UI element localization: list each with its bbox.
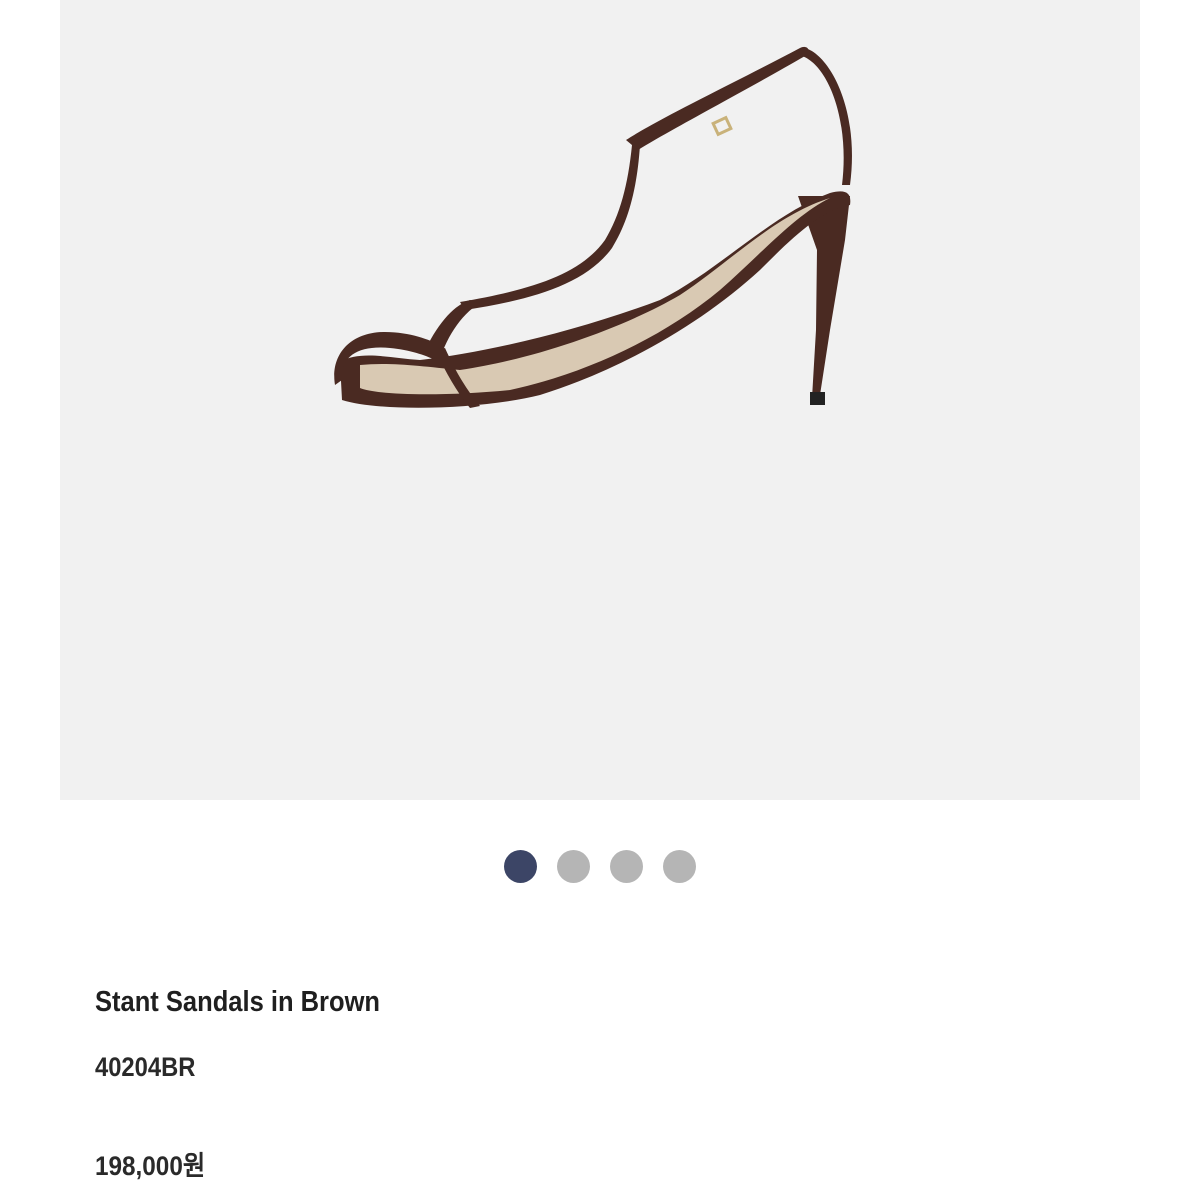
pagination-dot-3[interactable] [610,849,643,883]
product-name: Stant Sandals in Brown [95,986,381,1018]
t-strap [460,145,640,310]
image-pagination [0,848,1200,884]
product-code: 40204BR [95,1052,196,1082]
pagination-dot-1[interactable] [504,849,537,883]
pagination-dot-4[interactable] [663,849,696,883]
product-price: 198,000원 [95,1151,206,1181]
product-image-sandal [334,46,852,408]
heel-strap [802,48,852,185]
product-image-gallery[interactable] [60,0,1140,800]
product-detail-page: Stant Sandals in Brown 40204BR 198,000원 [0,0,1200,1200]
heel-tip [810,392,825,405]
buckle [711,115,733,137]
pagination-dot-2[interactable] [557,849,590,883]
